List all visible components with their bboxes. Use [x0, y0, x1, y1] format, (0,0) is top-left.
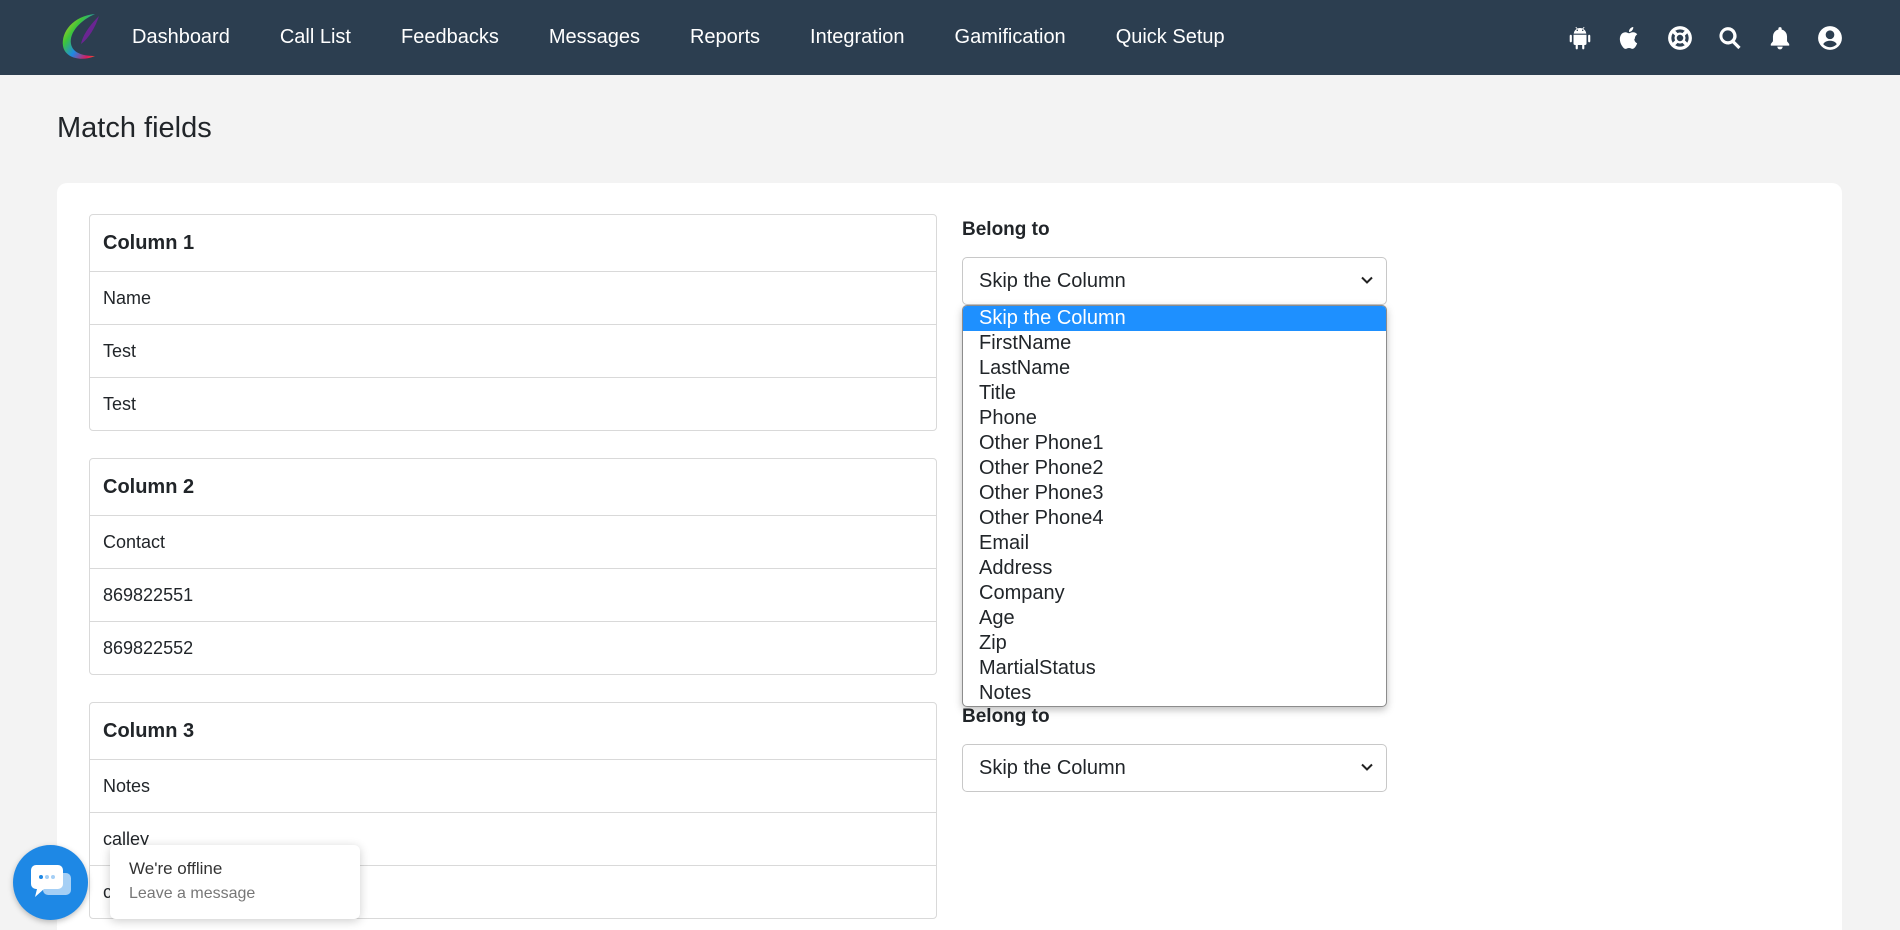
column-header: Column 1	[103, 231, 195, 254]
top-navbar: Dashboard Call List Feedbacks Messages Repor…	[0, 0, 1900, 75]
dropdown-option[interactable]: Other Phone4	[963, 506, 1386, 531]
lifebuoy-icon[interactable]	[1666, 24, 1694, 52]
chat-button[interactable]	[13, 845, 88, 920]
column-cell: Name	[90, 271, 936, 324]
dropdown-option[interactable]: Zip	[963, 631, 1386, 656]
column-cell: 869822552	[90, 621, 936, 674]
select-value: Skip the Column	[979, 269, 1126, 292]
apple-icon[interactable]	[1616, 24, 1644, 52]
dropdown-option[interactable]: FirstName	[963, 331, 1386, 356]
chevron-down-icon	[1361, 276, 1373, 284]
nav-link-gamification[interactable]: Gamification	[930, 26, 1091, 49]
column-cell: Test	[90, 377, 936, 430]
nav-link-dashboard[interactable]: Dashboard	[107, 26, 255, 49]
page-title: Match fields	[57, 112, 212, 144]
column-table-1: Column 1 Name Test Test	[89, 214, 937, 431]
dropdown-option[interactable]: Email	[963, 531, 1386, 556]
chat-cta: Leave a message	[129, 885, 256, 902]
belong-to-label-1: Belong to	[962, 219, 1050, 240]
chat-icon	[30, 864, 71, 897]
column-table-2: Column 2 Contact 869822551 869822552	[89, 458, 937, 675]
column-cell: Test	[90, 324, 936, 377]
belong-to-label-3: Belong to	[962, 706, 1050, 727]
chat-offline-bubble[interactable]: We're offline Leave a message	[110, 845, 360, 919]
chat-status: We're offline	[129, 859, 223, 878]
nav-link-quick-setup[interactable]: Quick Setup	[1091, 26, 1250, 49]
belong-to-select-1[interactable]: Skip the Column	[962, 257, 1387, 305]
dropdown-option[interactable]: Address	[963, 556, 1386, 581]
dropdown-option[interactable]: Phone	[963, 406, 1386, 431]
nav-link-integration[interactable]: Integration	[785, 26, 930, 49]
dropdown-option[interactable]: Age	[963, 606, 1386, 631]
dropdown-option[interactable]: Other Phone3	[963, 481, 1386, 506]
column-header: Column 3	[103, 719, 195, 742]
column-cell: Contact	[90, 515, 936, 568]
dropdown-option[interactable]: Skip the Column	[963, 306, 1386, 331]
belong-to-select-3[interactable]: Skip the Column	[962, 744, 1387, 792]
dropdown-option[interactable]: MartialStatus	[963, 656, 1386, 681]
dropdown-option[interactable]: LastName	[963, 356, 1386, 381]
app-logo[interactable]	[55, 10, 109, 64]
select-value: Skip the Column	[979, 756, 1126, 779]
user-icon[interactable]	[1816, 24, 1844, 52]
nav-link-feedbacks[interactable]: Feedbacks	[376, 26, 524, 49]
chevron-down-icon	[1361, 763, 1373, 771]
column-cell: Notes	[90, 759, 936, 812]
column-header: Column 2	[103, 475, 195, 498]
column-cell: 869822551	[90, 568, 936, 621]
android-icon[interactable]	[1566, 24, 1594, 52]
dropdown-option[interactable]: Notes	[963, 681, 1386, 706]
dropdown-option[interactable]: Title	[963, 381, 1386, 406]
nav-link-reports[interactable]: Reports	[665, 26, 785, 49]
dropdown-option[interactable]: Other Phone2	[963, 456, 1386, 481]
search-icon[interactable]	[1716, 24, 1744, 52]
nav-menu: Dashboard Call List Feedbacks Messages Repor…	[107, 0, 1250, 75]
nav-link-call-list[interactable]: Call List	[255, 26, 376, 49]
bell-icon[interactable]	[1766, 24, 1794, 52]
nav-link-messages[interactable]: Messages	[524, 26, 665, 49]
dropdown-option[interactable]: Other Phone1	[963, 431, 1386, 456]
nav-icons	[1566, 0, 1844, 75]
dropdown-option[interactable]: Company	[963, 581, 1386, 606]
belong-to-options-list: Skip the Column FirstName LastName Title Pho…	[962, 305, 1387, 707]
